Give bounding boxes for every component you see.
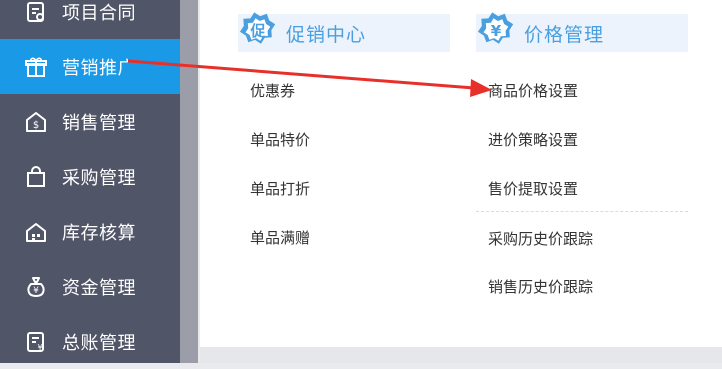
annotation-arrow [127,59,492,97]
